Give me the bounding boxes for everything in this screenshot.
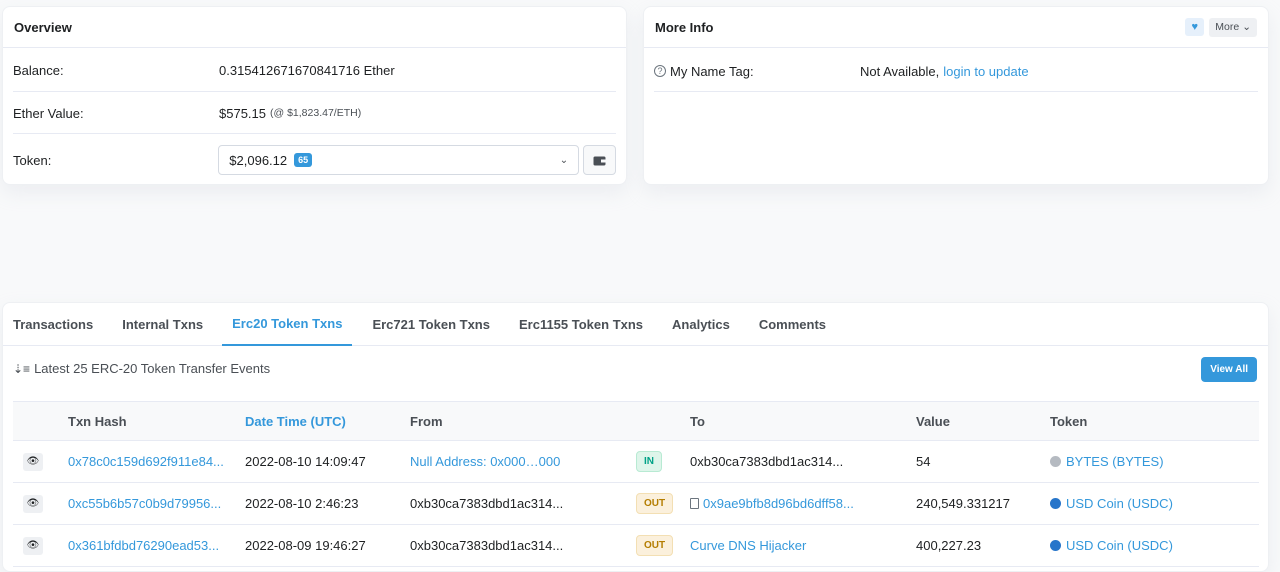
contract-file-icon: [690, 498, 699, 509]
tab-transactions[interactable]: Transactions: [13, 303, 108, 346]
eye-icon[interactable]: 👁: [23, 452, 43, 471]
ether-value-label: Ether Value:: [13, 105, 84, 121]
tab-erc721-token-txns[interactable]: Erc721 Token Txns: [372, 303, 505, 346]
ether-value: $575.15: [219, 105, 266, 121]
wallet-button[interactable]: [583, 145, 616, 175]
eye-icon[interactable]: 👁: [23, 494, 43, 513]
overview-header: Overview: [3, 7, 626, 48]
txn-datetime: 2022-08-10 2:46:23: [245, 496, 359, 511]
usdc-token-icon: [1050, 540, 1061, 551]
table-header: Txn Hash Date Time (UTC) From To Value T…: [13, 401, 1259, 441]
header-date-time[interactable]: Date Time (UTC): [245, 402, 346, 440]
token-link[interactable]: USD Coin (USDC): [1066, 496, 1173, 511]
table-row: 👁 0x78c0c159d692f911e84... 2022-08-10 14…: [13, 441, 1259, 483]
token-count-badge: 65: [294, 153, 313, 167]
header-to: To: [690, 413, 705, 429]
direction-badge: IN: [636, 451, 662, 472]
txn-datetime: 2022-08-09 19:46:27: [245, 538, 366, 553]
latest-events-text: Latest 25 ERC-20 Token Transfer Events: [34, 361, 271, 376]
direction-badge: OUT: [636, 535, 674, 556]
token-row: Token: $2,096.12 65 ⌄: [13, 144, 616, 176]
sort-icon: ⇣≡: [13, 361, 31, 376]
header-value: Value: [916, 413, 950, 429]
name-tag-value: Not Available,: [860, 63, 940, 79]
table-row: 👁 0xc55b6b57c0b9d79956... 2022-08-10 2:4…: [13, 483, 1259, 525]
txn-datetime: 2022-08-10 14:09:47: [245, 454, 366, 469]
bytes-token-icon: [1050, 456, 1061, 467]
token-dropdown[interactable]: $2,096.12 65 ⌄: [218, 145, 580, 175]
tab-comments[interactable]: Comments: [759, 303, 841, 346]
overview-card: Overview Balance: 0.315412671670841716 E…: [2, 6, 627, 185]
name-tag-label: My Name Tag:: [670, 63, 754, 79]
txn-hash-link[interactable]: 0x78c0c159d692f911e84...: [68, 441, 224, 482]
view-all-button[interactable]: View All: [1201, 357, 1257, 382]
usdc-token-icon: [1050, 498, 1061, 509]
wallet-icon: [593, 156, 606, 165]
divider: [13, 91, 616, 92]
more-dropdown-button[interactable]: More ⌄: [1209, 17, 1257, 37]
from-address: 0xb30ca7383dbd1ac314...: [410, 496, 564, 511]
overview-title: Overview: [14, 19, 72, 35]
more-info-card: More Info ♥ More ⌄ ? My Name Tag: Not Av…: [643, 6, 1269, 185]
favorite-button[interactable]: ♥: [1185, 18, 1205, 36]
token-link[interactable]: USD Coin (USDC): [1066, 538, 1173, 553]
direction-badge: OUT: [636, 493, 674, 514]
from-address: 0xb30ca7383dbd1ac314...: [410, 538, 564, 553]
to-address: 0xb30ca7383dbd1ac314...: [690, 454, 844, 469]
balance-row: Balance: 0.315412671670841716 Ether: [13, 59, 616, 81]
txn-hash-link[interactable]: 0xc55b6b57c0b9d79956...: [68, 483, 221, 524]
ether-rate: (@ $1,823.47/ETH): [270, 107, 362, 119]
heart-icon: ♥: [1191, 21, 1199, 33]
more-info-title: More Info: [655, 19, 714, 35]
txn-value: 400,227.23: [916, 538, 982, 553]
latest-events-label: ⇣≡ Latest 25 ERC-20 Token Transfer Event…: [13, 361, 270, 376]
to-address-link[interactable]: 0x9ae9bfb8d96bd6dff58...: [703, 496, 854, 511]
balance-label: Balance:: [13, 62, 64, 78]
name-tag-label-wrap: ? My Name Tag:: [654, 64, 860, 79]
to-address-link[interactable]: Curve DNS Hijacker: [690, 525, 806, 566]
eye-icon[interactable]: 👁: [23, 536, 43, 555]
divider: [13, 133, 616, 134]
header-from: From: [410, 413, 443, 429]
tab-bar: Transactions Internal Txns Erc20 Token T…: [3, 303, 1268, 346]
divider: [654, 91, 1258, 92]
from-address-link[interactable]: Null Address: 0x000…000: [410, 441, 560, 482]
header-token: Token: [1050, 413, 1088, 429]
token-value: $2,096.12: [229, 152, 288, 168]
token-label: Token:: [13, 152, 52, 168]
table-row: 👁 0x361bfdbd76290ead53... 2022-08-09 19:…: [13, 525, 1259, 567]
ether-value-row: Ether Value: $575.15 (@ $1,823.47/ETH): [13, 102, 616, 124]
question-icon[interactable]: ?: [654, 65, 666, 77]
txn-value: 240,549.331217: [916, 496, 1010, 511]
balance-value: 0.315412671670841716 Ether: [219, 62, 395, 78]
tab-erc1155-token-txns[interactable]: Erc1155 Token Txns: [519, 303, 658, 346]
login-link[interactable]: login to update: [943, 64, 1028, 79]
tab-internal-txns[interactable]: Internal Txns: [122, 303, 218, 346]
header-txn-hash: Txn Hash: [68, 413, 127, 429]
txn-hash-link[interactable]: 0x361bfdbd76290ead53...: [68, 525, 219, 566]
name-tag-row: ? My Name Tag: Not Available, login to u…: [654, 60, 1258, 82]
txn-value: 54: [916, 454, 931, 469]
more-info-header: More Info ♥ More ⌄: [644, 7, 1268, 48]
tab-analytics[interactable]: Analytics: [672, 303, 745, 346]
chevron-down-icon: ⌄: [1242, 21, 1251, 33]
tab-erc20-token-txns[interactable]: Erc20 Token Txns: [222, 303, 353, 346]
more-label: More: [1215, 21, 1240, 33]
transactions-card: Transactions Internal Txns Erc20 Token T…: [2, 302, 1269, 572]
token-transfer-table: Txn Hash Date Time (UTC) From To Value T…: [13, 401, 1259, 567]
chevron-down-icon: ⌄: [559, 154, 569, 166]
token-link[interactable]: BYTES (BYTES): [1066, 454, 1164, 469]
